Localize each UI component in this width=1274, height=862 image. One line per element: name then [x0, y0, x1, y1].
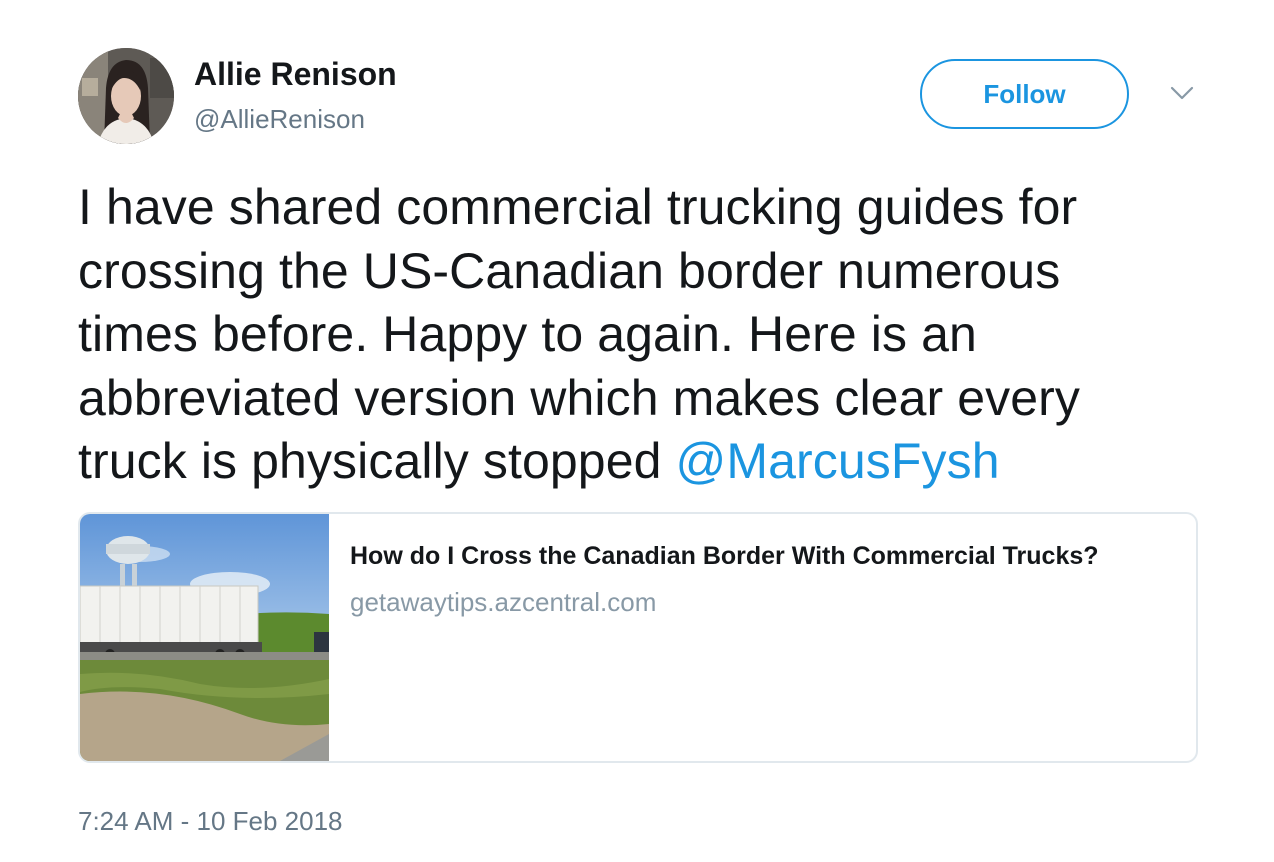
tweet: Allie Renison @AllieRenison Follow I hav… [0, 0, 1274, 862]
card-thumbnail [80, 514, 329, 761]
card-domain: getawaytips.azcentral.com [350, 587, 657, 617]
link-card[interactable]: How do I Cross the Canadian Border With … [78, 512, 1198, 763]
tweet-text: I have shared commercial trucking guides… [78, 176, 1218, 494]
tweet-timestamp[interactable]: 7:24 AM - 10 Feb 2018 [78, 806, 343, 837]
more-options-button[interactable] [1164, 80, 1200, 110]
mention-link[interactable]: @MarcusFysh [676, 433, 1000, 489]
avatar[interactable] [78, 48, 174, 144]
card-body: How do I Cross the Canadian Border With … [350, 540, 1180, 618]
follow-button[interactable]: Follow [920, 59, 1129, 129]
chevron-down-icon [1170, 86, 1194, 105]
card-title[interactable]: How do I Cross the Canadian Border With … [350, 540, 1180, 572]
author-handle[interactable]: @AllieRenison [194, 104, 365, 135]
author-name[interactable]: Allie Renison [194, 56, 397, 93]
